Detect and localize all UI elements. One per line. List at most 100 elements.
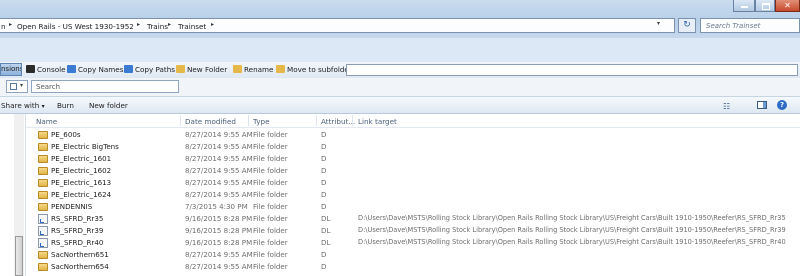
file-name: RS_SFRD_Rr40 (51, 238, 104, 247)
search-input[interactable]: Search Trainset (700, 18, 800, 33)
column-header-date-modified[interactable]: Date modified (185, 117, 236, 126)
file-type: File folder (253, 238, 288, 247)
file-type: File folder (253, 226, 288, 235)
file-date: 8/27/2014 9:55 AM (185, 130, 253, 139)
address-dropdown-icon[interactable]: ▾ (657, 20, 660, 27)
file-date: 9/16/2015 8:28 PM (185, 226, 253, 235)
column-divider[interactable] (248, 115, 249, 126)
share-with-button[interactable]: Share with ▾ (1, 101, 45, 110)
file-date: 8/27/2014 9:55 AM (185, 154, 253, 163)
breadcrumb-item[interactable]: Trainset (178, 22, 206, 31)
file-name: PENDENNIS (51, 202, 93, 211)
console-label: Console (37, 65, 66, 74)
address-bar[interactable]: n ▸ Open Rails - US West 1930-1952 ▸ Tra… (0, 18, 675, 33)
extensions-tab[interactable]: nsions (0, 63, 22, 76)
inner-search-placeholder: Search (36, 83, 61, 91)
file-attributes: D (321, 202, 327, 211)
file-row[interactable]: PE_600s 8/27/2014 9:55 AM File folder D (26, 129, 800, 141)
file-attributes: DL (321, 238, 331, 247)
breadcrumb-separator-icon[interactable]: ▸ (9, 21, 12, 28)
file-row[interactable]: PE_Electric BigTens 8/27/2014 9:55 AM Fi… (26, 141, 800, 153)
file-link-target: D:\Users\Dave\MSTS\Rolling Stock Library… (358, 214, 786, 222)
preview-pane-icon[interactable] (757, 101, 767, 109)
file-row[interactable]: RS_SFRD_Rr40 9/16/2015 8:28 PM File fold… (26, 237, 800, 249)
file-attributes: D (321, 262, 327, 271)
file-row[interactable]: PE_Electric_1601 8/27/2014 9:55 AM File … (26, 153, 800, 165)
breadcrumb-separator-icon[interactable]: ▸ (137, 21, 140, 28)
share-with-label: Share with (1, 101, 40, 110)
folder-icon (38, 263, 48, 271)
file-type: File folder (253, 202, 288, 211)
rename-button[interactable]: Rename (233, 64, 273, 76)
file-type: File folder (253, 166, 288, 175)
file-attributes: D (321, 250, 327, 259)
breadcrumb-item[interactable]: Trains (147, 22, 168, 31)
extensions-toolbar: nsions Console Copy Names Copy Paths New… (0, 62, 800, 79)
file-date: 9/16/2015 8:28 PM (185, 214, 253, 223)
file-row[interactable]: PE_Electric_1602 8/27/2014 9:55 AM File … (26, 165, 800, 177)
grid-view-icon (10, 83, 17, 90)
folder-icon (38, 143, 48, 151)
copy-paths-icon (124, 65, 133, 73)
breadcrumb-separator-icon[interactable]: ▸ (168, 21, 171, 28)
file-name: SacNorthern651 (51, 250, 109, 259)
rename-label: Rename (244, 65, 274, 74)
file-date: 9/16/2015 8:28 PM (185, 238, 253, 247)
file-row[interactable]: PE_Electric_1613 8/27/2014 9:55 AM File … (26, 177, 800, 189)
file-row[interactable]: SacNorthern654 8/27/2014 9:55 AM File fo… (26, 261, 800, 273)
file-attributes: D (321, 130, 327, 139)
console-icon (26, 65, 35, 73)
new-folder-plugin-label: New Folder (187, 65, 228, 74)
file-row[interactable]: PE_Electric_1624 8/27/2014 9:55 AM File … (26, 189, 800, 201)
command-bar: Share with ▾ Burn New folder ☷ ? (0, 96, 800, 114)
new-folder-button[interactable]: New folder (89, 101, 128, 110)
close-button[interactable]: ✕ (775, 0, 800, 12)
move-subfolder-icon (276, 65, 285, 73)
console-button[interactable]: Console (26, 64, 66, 76)
plugin-text-input[interactable] (346, 64, 798, 76)
column-divider[interactable] (352, 115, 353, 126)
file-link-target: D:\Users\Dave\MSTS\Rolling Stock Library… (358, 238, 786, 246)
file-row[interactable]: PENDENNIS 7/3/2015 4:30 PM File folder D (26, 201, 800, 213)
refresh-button[interactable]: ↻ (678, 18, 696, 33)
move-to-subfolder-label: Move to subfolder (287, 65, 352, 74)
breadcrumb-prefix[interactable]: n (1, 22, 6, 31)
column-divider[interactable] (180, 115, 181, 126)
file-name: RS_SFRD_Rr35 (51, 214, 104, 223)
copy-names-label: Copy Names (78, 65, 124, 74)
column-header-attributes[interactable]: Attribut... (321, 117, 355, 126)
copy-names-button[interactable]: Copy Names (67, 64, 123, 76)
file-attributes: D (321, 178, 327, 187)
move-to-subfolder-button[interactable]: Move to subfolder (276, 64, 352, 76)
column-header-link-target[interactable]: Link target (358, 117, 397, 126)
file-attributes: DL (321, 214, 331, 223)
symlink-icon (38, 214, 48, 224)
copy-paths-button[interactable]: Copy Paths (124, 64, 175, 76)
views-icon[interactable]: ☷ (723, 102, 730, 111)
view-mode-button[interactable]: ▾ (6, 80, 28, 93)
file-type: File folder (253, 154, 288, 163)
new-folder-plugin-button[interactable]: New Folder (176, 64, 227, 76)
menu-band (0, 38, 800, 62)
folder-icon (38, 251, 48, 259)
burn-button[interactable]: Burn (57, 101, 74, 110)
navigation-scrollbar-thumb[interactable] (15, 236, 23, 276)
file-row[interactable]: SacNorthern651 8/27/2014 9:55 AM File fo… (26, 249, 800, 261)
help-icon[interactable]: ? (777, 100, 787, 110)
filter-row: ▾ Search (0, 78, 800, 96)
breadcrumb-item[interactable]: Open Rails - US West 1930-1952 (17, 22, 134, 31)
maximize-button[interactable] (755, 0, 775, 12)
file-row[interactable]: RS_SFRD_Rr35 9/16/2015 8:28 PM File fold… (26, 213, 800, 225)
file-row[interactable]: RS_SFRD_Rr39 9/16/2015 8:28 PM File fold… (26, 225, 800, 237)
chevron-down-icon: ▾ (20, 82, 24, 89)
minimize-button[interactable] (733, 0, 755, 12)
column-header-type[interactable]: Type (253, 117, 270, 126)
breadcrumb-separator-icon[interactable]: ▸ (211, 21, 214, 28)
column-header-name[interactable]: Name (36, 117, 57, 126)
file-attributes: D (321, 190, 327, 199)
column-divider[interactable] (316, 115, 317, 126)
file-type: File folder (253, 262, 288, 271)
folder-icon (38, 191, 48, 199)
column-headers: Name Date modified Type Attribut... Link… (26, 114, 800, 128)
inner-search-input[interactable]: Search (31, 80, 179, 93)
